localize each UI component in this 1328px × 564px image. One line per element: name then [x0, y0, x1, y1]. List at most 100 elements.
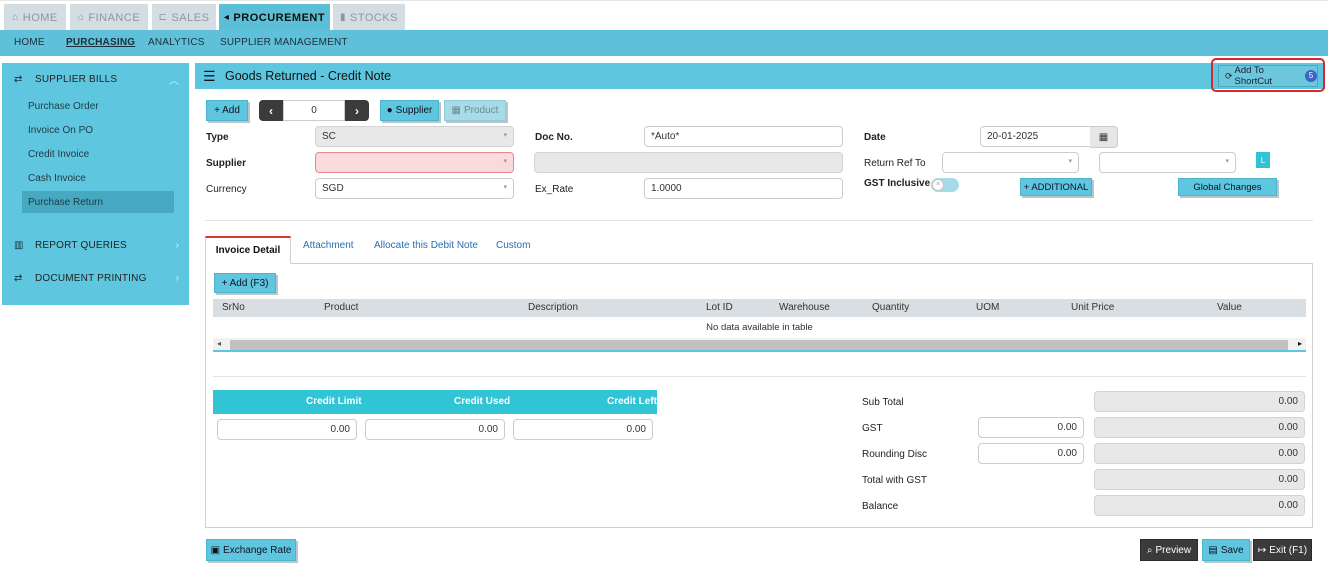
next-record-button[interactable]: › — [345, 100, 369, 121]
record-pager: ‹ 0 › — [259, 100, 369, 121]
caret-down-icon: ▾ — [1068, 158, 1072, 165]
tab-attachment[interactable]: Attachment — [303, 240, 354, 251]
gst-input[interactable]: 0.00 — [978, 417, 1084, 438]
ex-rate-label: Ex_Rate — [535, 184, 574, 195]
credit-left-input[interactable]: 0.00 — [513, 419, 653, 440]
gst-inclusive-label: GST Inclusive — [864, 178, 931, 189]
supplier-button[interactable]: ● Supplier — [380, 100, 439, 121]
return-ref-select[interactable]: ▾ — [942, 152, 1079, 173]
user-icon: ● — [386, 105, 393, 116]
column-header-product[interactable]: Product — [324, 302, 358, 313]
currency-select-value: SGD — [322, 183, 344, 194]
tab-invoice-detail[interactable]: Invoice Detail — [205, 236, 291, 264]
module-tab-procurement[interactable]: ◂ PROCUREMENT — [219, 4, 330, 31]
sidebar-item-invoice-on-po[interactable]: Invoice On PO — [22, 119, 174, 141]
subnav-supplier-management[interactable]: SUPPLIER MANAGEMENT — [220, 37, 348, 48]
sidebar-item-purchase-order[interactable]: Purchase Order — [22, 95, 174, 117]
column-header-uom[interactable]: UOM — [976, 302, 999, 313]
credit-limit-input[interactable]: 0.00 — [217, 419, 357, 440]
shortcut-count-badge: 5 — [1305, 70, 1317, 82]
prev-record-button[interactable]: ‹ — [259, 100, 283, 121]
save-button[interactable]: ▤ Save — [1202, 539, 1250, 561]
type-select[interactable]: SC ▾ — [315, 126, 514, 147]
scrollbar-thumb[interactable] — [230, 340, 1288, 350]
ex-rate-input[interactable]: 1.0000 — [644, 178, 843, 199]
module-tab-label: FINANCE — [88, 11, 141, 24]
bank-icon: ⌂ — [77, 12, 85, 23]
total-with-gst-label: Total with GST — [862, 475, 928, 486]
return-ref-select-2[interactable]: ▾ — [1099, 152, 1236, 173]
subnav-purchasing[interactable]: PURCHASING — [66, 37, 135, 48]
lookup-l-button[interactable]: L — [1256, 152, 1270, 168]
sub-nav: HOME PURCHASING ANALYTICS SUPPLIER MANAG… — [0, 30, 1328, 56]
scroll-left-icon[interactable]: ◂ — [217, 339, 221, 348]
additional-button[interactable]: + ADDITIONAL — [1020, 178, 1092, 196]
column-header-warehouse[interactable]: Warehouse — [779, 302, 830, 313]
record-number-input[interactable]: 0 — [283, 100, 345, 121]
supplier-select[interactable]: ▾ — [315, 152, 514, 173]
exchange-rate-label: Exchange Rate — [223, 544, 292, 556]
credit-used-input[interactable]: 0.00 — [365, 419, 505, 440]
column-header-srno[interactable]: SrNo — [222, 302, 245, 313]
supplier-button-label: Supplier — [395, 105, 433, 116]
tab-allocate-debit-note[interactable]: Allocate this Debit Note — [374, 240, 478, 251]
exchange-icon: ⇄ — [14, 73, 23, 85]
add-button[interactable]: + Add — [206, 100, 248, 121]
add-line-button[interactable]: + Add (F3) — [214, 273, 276, 293]
gst-inclusive-toggle[interactable]: × — [931, 178, 959, 192]
cart-icon: ⊏ — [158, 12, 168, 23]
column-header-quantity[interactable]: Quantity — [872, 302, 909, 313]
scroll-right-icon[interactable]: ▸ — [1298, 339, 1302, 348]
subnav-analytics[interactable]: ANALYTICS — [148, 37, 205, 48]
caret-down-icon: ▾ — [503, 158, 507, 165]
currency-select[interactable]: SGD ▾ — [315, 178, 514, 199]
chevron-right-icon: › — [175, 239, 179, 251]
column-header-unit-price[interactable]: Unit Price — [1071, 302, 1114, 313]
type-label: Type — [206, 132, 229, 143]
global-changes-button[interactable]: Global Changes — [1178, 178, 1277, 196]
module-tab-home[interactable]: ⌂ HOME — [4, 4, 66, 31]
exchange-rate-button[interactable]: ▣ Exchange Rate — [206, 539, 296, 561]
add-to-shortcut-button[interactable]: ⟳ Add To ShortCut 5 — [1218, 65, 1318, 87]
chevron-up-icon: ︿ — [169, 75, 179, 87]
column-header-value[interactable]: Value — [1217, 302, 1242, 313]
sidebar-section-report-queries[interactable]: ▥ REPORT QUERIES › — [2, 231, 189, 259]
sidebar-section-label: SUPPLIER BILLS — [35, 73, 118, 85]
tab-custom[interactable]: Custom — [496, 240, 530, 251]
sidebar-section-label: DOCUMENT PRINTING — [35, 272, 147, 284]
module-tab-stocks[interactable]: ▮ STOCKS — [333, 4, 405, 31]
sidebar-section-supplier-bills[interactable]: ⇄ SUPPLIER BILLS ︿ — [2, 65, 189, 93]
sidebar-item-credit-invoice[interactable]: Credit Invoice — [22, 143, 174, 165]
exchange-icon: ⇄ — [14, 272, 23, 284]
sidebar-section-document-printing[interactable]: ⇄ DOCUMENT PRINTING › — [2, 264, 189, 292]
column-header-description[interactable]: Description — [528, 302, 578, 313]
module-tab-finance[interactable]: ⌂ FINANCE — [70, 4, 148, 31]
bar-chart-icon: ▥ — [14, 239, 24, 251]
credit-limit-header: Credit Limit — [306, 396, 362, 407]
subnav-home[interactable]: HOME — [14, 37, 45, 48]
doc-no-input[interactable]: *Auto* — [644, 126, 843, 147]
table-header: SrNo Product Description Lot ID Warehous… — [213, 299, 1306, 317]
sub-total-value: 0.00 — [1094, 391, 1305, 412]
calendar-icon[interactable]: ▦ — [1090, 126, 1118, 148]
grid-icon: ▦ — [451, 105, 461, 116]
horizontal-scrollbar[interactable]: ◂ ▸ — [213, 338, 1306, 352]
bar-chart-icon: ▮ — [339, 12, 346, 23]
module-tab-sales[interactable]: ⊏ SALES — [152, 4, 216, 31]
sidebar-item-purchase-return[interactable]: Purchase Return — [22, 191, 174, 213]
column-header-lot-id[interactable]: Lot ID — [706, 302, 733, 313]
product-button[interactable]: ▦ Product — [444, 100, 506, 121]
module-tab-label: HOME — [22, 11, 58, 24]
total-with-gst-value: 0.00 — [1094, 469, 1305, 490]
exit-button[interactable]: ↦ Exit (F1) — [1253, 539, 1312, 561]
table-empty-message: No data available in table — [706, 322, 813, 333]
caret-down-icon: ▾ — [1225, 158, 1229, 165]
preview-button[interactable]: ⌕ Preview — [1140, 539, 1198, 561]
save-label: Save — [1220, 544, 1244, 556]
tabs-divider — [291, 263, 1313, 264]
rounding-disc-input[interactable]: 0.00 — [978, 443, 1084, 464]
date-input[interactable]: 20-01-2025 — [980, 126, 1091, 147]
sidebar-item-cash-invoice[interactable]: Cash Invoice — [22, 167, 174, 189]
hamburger-menu-icon[interactable]: ☰ — [203, 68, 216, 85]
divider — [205, 220, 1313, 221]
